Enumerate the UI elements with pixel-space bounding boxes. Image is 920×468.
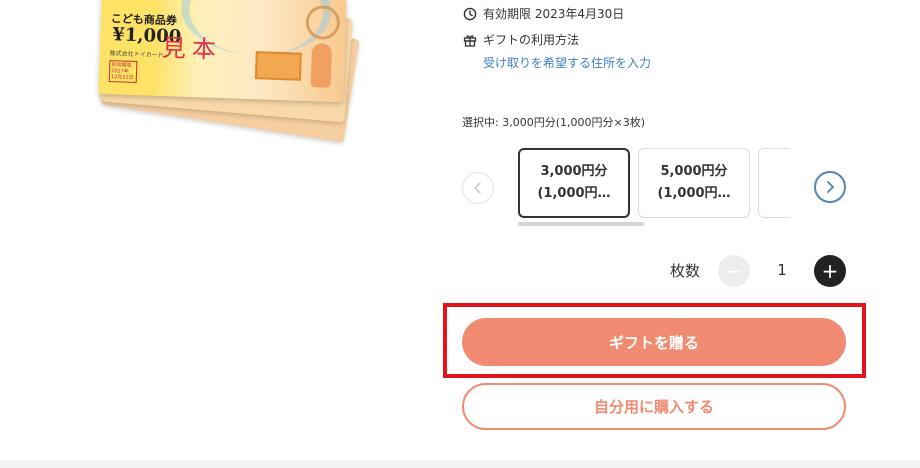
- clock-icon: [463, 7, 477, 20]
- quantity-value: 1: [777, 261, 787, 279]
- amount-option-5000[interactable]: 5,000円分 (1,000円…: [638, 148, 750, 218]
- amount-option-line1: 5,000円分: [660, 164, 728, 179]
- amount-option-line2: (1,000円…: [537, 186, 611, 201]
- carousel-prev-button[interactable]: [462, 172, 494, 204]
- gift-card-front: こども商品券 ¥1,000 株式会社トイカード 有効期限 2027年12月31日…: [98, 0, 347, 103]
- card-expiry: 有効期限 2027年12月31日: [108, 60, 138, 84]
- expiry-row: 有効期限 2023年4月30日: [463, 5, 624, 22]
- expiry-text: 有効期限 2023年4月30日: [483, 7, 625, 21]
- amount-option-carousel: 3,000円分 (1,000円… 5,000円分 (1,000円… 8 (1: [518, 148, 790, 220]
- address-input-link[interactable]: 受け取りを希望する住所を入力: [483, 54, 651, 71]
- footer-divider: [0, 460, 920, 468]
- quantity-label: 枚数: [670, 262, 701, 280]
- toy-box-illustration: [254, 51, 302, 81]
- amount-option-line1: 3,000円分: [540, 164, 608, 179]
- sample-mark: 見本: [161, 33, 223, 64]
- selected-option-text: 選択中: 3,000円分(1,000円分×3枚): [462, 116, 645, 129]
- quantity-decrease-button[interactable]: −: [718, 255, 750, 287]
- carousel-scrollbar[interactable]: [518, 222, 644, 226]
- card-brand: 株式会社トイカード: [109, 50, 164, 59]
- chevron-right-icon: [827, 181, 834, 193]
- kangaroo-illustration: [310, 43, 333, 88]
- amount-option-line2: (1,000円…: [657, 186, 731, 201]
- amount-option-8000[interactable]: 8 (1: [758, 148, 790, 218]
- product-image: こども商品券 ¥1,000 株式会社トイカード 有効期限 2027年12月31日…: [96, 0, 376, 143]
- carousel-next-button[interactable]: [814, 171, 846, 203]
- gift-usage-text: ギフトの利用方法: [483, 33, 580, 47]
- gift-icon: [463, 34, 477, 47]
- carousel-track: 3,000円分 (1,000円… 5,000円分 (1,000円… 8 (1: [518, 148, 790, 218]
- send-gift-button[interactable]: ギフトを贈る: [462, 318, 846, 366]
- chevron-left-icon: [474, 182, 481, 194]
- buy-for-self-button[interactable]: 自分用に購入する: [462, 383, 846, 430]
- amount-option-3000[interactable]: 3,000円分 (1,000円…: [518, 148, 630, 218]
- ferris-wheel-illustration: [305, 4, 341, 41]
- gift-usage-row: ギフトの利用方法: [463, 31, 579, 48]
- quantity-increase-button[interactable]: +: [814, 255, 846, 287]
